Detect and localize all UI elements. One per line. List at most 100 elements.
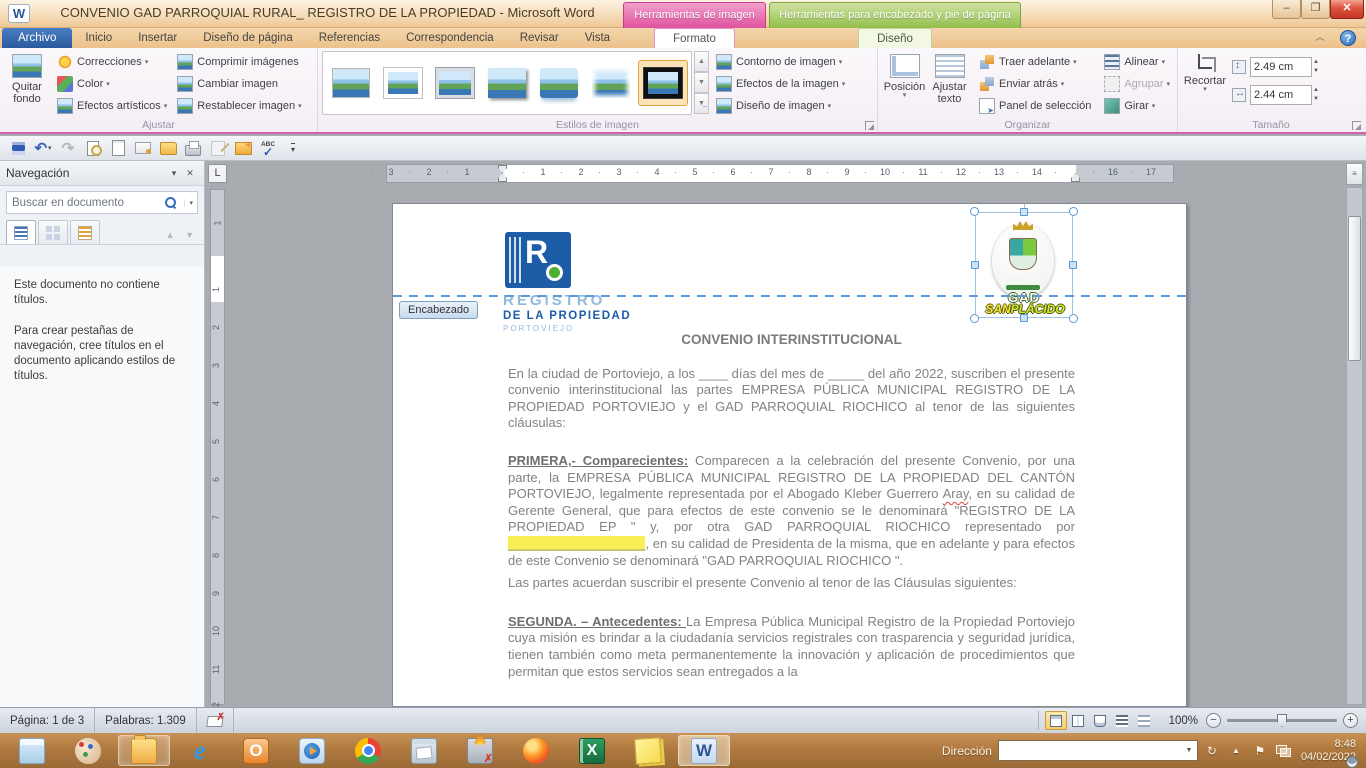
tab-referencias[interactable]: Referencias (306, 28, 393, 48)
word-count[interactable]: Palabras: 1.309 (95, 708, 197, 733)
qat-icon-new-document[interactable] (106, 138, 130, 158)
tab-formato[interactable]: Formato (654, 28, 735, 49)
qat-icon-spelling[interactable]: ABC (256, 138, 280, 158)
qat-icon-quick-print[interactable] (181, 138, 205, 158)
nav-tab-pages[interactable] (38, 220, 68, 244)
scrollbar-track[interactable] (1346, 187, 1363, 705)
picture-style-reflection[interactable] (535, 61, 583, 105)
taskbar-app-paint[interactable] (62, 735, 114, 766)
gad-san-placido-logo-selected[interactable]: GAD SANPLÁCIDO (975, 212, 1073, 318)
search-options-icon[interactable]: ▾ (184, 199, 197, 207)
recortar-button[interactable]: Recortar ▾ (1182, 51, 1228, 117)
registro-propiedad-logo[interactable]: R REGISTRO DE LA PROPIEDAD PORTOVIEJO (503, 232, 703, 333)
height-input[interactable] (1250, 57, 1312, 77)
zoom-level[interactable]: 100% (1161, 715, 1206, 727)
qat-icon-edit[interactable] (206, 138, 230, 158)
taskbar-app-internet-explorer[interactable]: e (174, 735, 226, 766)
taskbar-app-chrome[interactable] (342, 735, 394, 766)
view-button-web-layout[interactable] (1089, 711, 1111, 730)
qat-icon-redo[interactable] (56, 138, 80, 158)
ribbon-button-girar[interactable]: Girar▾ (1101, 95, 1173, 117)
picture-style-soft-edges[interactable] (587, 61, 635, 105)
resize-handle-w[interactable] (971, 261, 979, 269)
shape-width-stepper[interactable]: ▲▼ (1232, 83, 1319, 107)
action-center-flag-icon[interactable]: ⚑ (1250, 744, 1270, 758)
picture-style-drop-shadow[interactable] (483, 61, 531, 105)
ribbon-button-cambiar-imagen[interactable]: Cambiar imagen (174, 73, 304, 95)
address-dropdown-icon[interactable]: ▼ (1181, 747, 1197, 754)
page-count[interactable]: Página: 1 de 3 (0, 708, 95, 733)
tab-inicio[interactable]: Inicio (72, 28, 125, 48)
restore-button[interactable]: ❐ (1301, 0, 1330, 19)
tab-diseno-encabezado[interactable]: Diseño (858, 28, 932, 49)
ribbon-button-comprimir-imagenes[interactable]: Comprimir imágenes (174, 51, 304, 73)
taskbar-app-firefox[interactable] (510, 735, 562, 766)
taskbar-app-disc-burner[interactable] (454, 735, 506, 766)
document-body-text[interactable]: CONVENIO INTERINSTITUCIONAL En la ciudad… (508, 332, 1075, 701)
view-button-full-screen-reading[interactable] (1067, 711, 1089, 730)
horizontal-ruler[interactable]: 321 12345678910111213141617 (386, 164, 1174, 183)
qat-icon-save[interactable] (6, 138, 30, 158)
qat-icon-attach[interactable] (131, 138, 155, 158)
show-hidden-icons[interactable]: ▲ (1226, 746, 1246, 755)
nav-tab-headings[interactable] (6, 220, 36, 244)
view-button-draft[interactable] (1133, 711, 1155, 730)
picture-style-white-mat[interactable] (379, 61, 427, 105)
taskbar-app-outlook[interactable]: O (230, 735, 282, 766)
ribbon-button-diseno-de-imagen[interactable]: Diseño de imagen▾ (713, 95, 848, 117)
resize-handle-e[interactable] (1069, 261, 1077, 269)
ribbon-button-agrupar[interactable]: Agrupar▾ (1101, 73, 1173, 95)
ribbon-button-efectos-artisticos[interactable]: Efectos artísticos▾ (54, 95, 170, 117)
ruler-toggle-icon[interactable]: ≡ (1346, 163, 1363, 185)
minimize-button[interactable]: – (1272, 0, 1301, 19)
resize-handle-sw[interactable] (970, 314, 979, 323)
picture-style-metal-frame[interactable] (431, 61, 479, 105)
zoom-in-icon[interactable]: + (1343, 713, 1358, 728)
view-button-print-layout[interactable] (1045, 711, 1067, 730)
resize-handle-se[interactable] (1069, 314, 1078, 323)
close-button[interactable]: ✕ (1330, 0, 1364, 19)
qat-icon-undo[interactable] (31, 138, 55, 158)
ribbon-button-restablecer-imagen[interactable]: Restablecer imagen▾ (174, 95, 304, 117)
width-input[interactable] (1250, 85, 1312, 105)
taskbar-app-excel[interactable]: X (566, 735, 618, 766)
resize-handle-ne[interactable] (1069, 207, 1078, 216)
address-input[interactable] (999, 745, 1181, 757)
ribbon-button-alinear[interactable]: Alinear▾ (1101, 51, 1173, 73)
collapse-ribbon-icon[interactable]: ︿ (1312, 31, 1328, 45)
ribbon-button-traer-adelante[interactable]: Traer adelante▾ (976, 51, 1097, 73)
document-page[interactable]: Encabezado R REGISTRO DE LA PROPIEDAD PO… (392, 203, 1187, 707)
ribbon-button-panel-de-seleccion[interactable]: Panel de selección (976, 95, 1097, 117)
tamano-dialog-launcher-icon[interactable] (1352, 121, 1361, 130)
zoom-out-icon[interactable]: − (1206, 713, 1221, 728)
shape-height-stepper[interactable]: ▲▼ (1232, 55, 1319, 79)
ribbon-button-contorno-de-imagen[interactable]: Contorno de imagen▾ (713, 51, 848, 73)
vertical-ruler[interactable]: 1 123456789101112 (210, 189, 225, 705)
taskbar-app-calculator[interactable] (6, 735, 58, 766)
taskbar-app-fax-scan[interactable] (398, 735, 450, 766)
picture-style-simple-frame[interactable] (327, 61, 375, 105)
tab-correspondencia[interactable]: Correspondencia (393, 28, 507, 48)
search-icon[interactable] (165, 197, 176, 208)
network-icon[interactable] (1276, 745, 1291, 757)
nav-tab-results[interactable] (70, 220, 100, 244)
resize-handle-nw[interactable] (970, 207, 979, 216)
qat-icon-folder-options[interactable] (231, 138, 255, 158)
gallery-more-icon[interactable]: ▼̲ (694, 93, 709, 114)
height-spin-arrows[interactable]: ▲▼ (1313, 58, 1319, 76)
taskbar-app-word[interactable]: W (678, 735, 730, 766)
resize-handle-n[interactable] (1020, 208, 1028, 216)
qat-icon-open[interactable] (156, 138, 180, 158)
help-icon[interactable]: ? (1340, 30, 1356, 46)
view-button-outline[interactable] (1111, 711, 1133, 730)
word-app-icon[interactable]: W (8, 4, 30, 23)
nav-pane-close-icon[interactable]: ✕ (182, 168, 198, 179)
tab-vista[interactable]: Vista (572, 28, 623, 48)
nav-prev-next-icons[interactable]: ▲ ▼ (166, 230, 198, 244)
tab-diseno-de-pagina[interactable]: Diseño de página (190, 28, 306, 48)
resize-handle-s[interactable] (1020, 314, 1028, 322)
gallery-down-icon[interactable]: ▼ (694, 72, 709, 93)
ribbon-button-enviar-atras[interactable]: Enviar atrás▾ (976, 73, 1097, 95)
gallery-up-icon[interactable]: ▲ (694, 51, 709, 72)
refresh-icon[interactable]: ↻ (1202, 744, 1222, 758)
